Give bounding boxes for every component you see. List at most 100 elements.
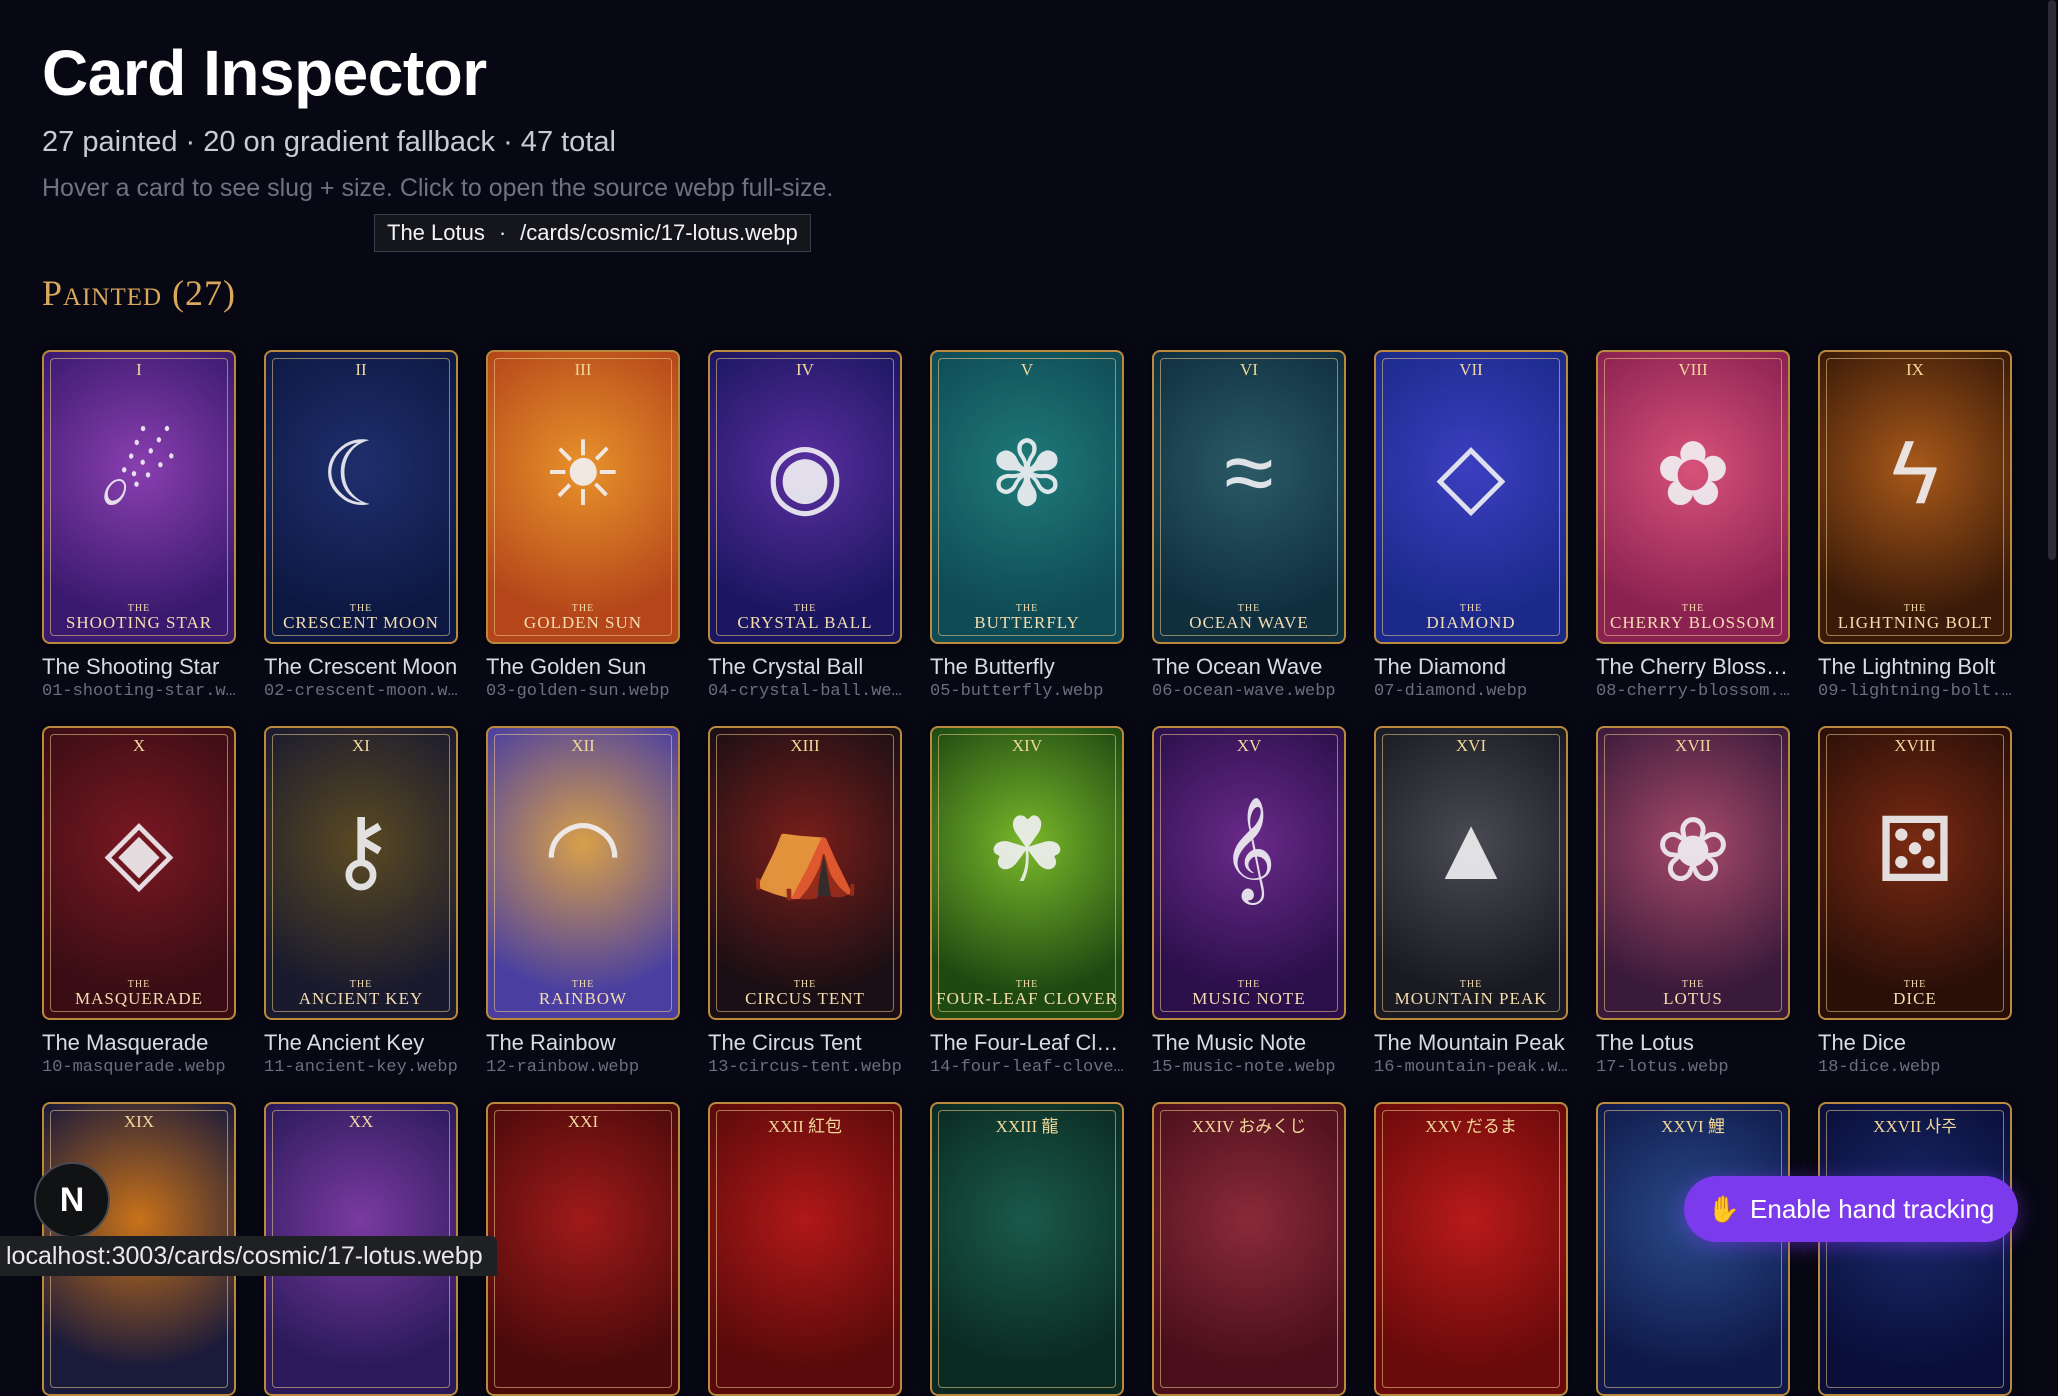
card-numeral: XIX bbox=[123, 1112, 155, 1131]
card-name: The Rainbow bbox=[486, 1030, 616, 1055]
card-tile[interactable]: I ☄ The Shooting Star The Shooting Star 01-sh… bbox=[42, 350, 240, 701]
card-tile[interactable]: XII ◠ The Rainbow The Rainbow 12-rainbow.webp bbox=[486, 726, 684, 1077]
card-slug: 10-masquerade.webp bbox=[42, 1058, 226, 1077]
card-numeral: III bbox=[574, 360, 592, 379]
enable-hand-tracking-button[interactable]: ✋ Enable hand tracking bbox=[1684, 1176, 2018, 1242]
card-art[interactable]: VI ≈ The Ocean Wave bbox=[1152, 350, 1346, 644]
card-numeral: I bbox=[136, 360, 142, 379]
card-art-caption: The Music Note bbox=[1192, 978, 1306, 1009]
card-stats: 27 painted · 20 on gradient fallback · 4… bbox=[42, 126, 616, 158]
card-art-caption: The Golden Sun bbox=[523, 602, 643, 633]
card-art[interactable]: IV ◉ The Crystal Ball bbox=[708, 350, 902, 644]
card-name: The Dice bbox=[1818, 1030, 1907, 1055]
instructions-hint: Hover a card to see slug + size. Click t… bbox=[42, 174, 834, 202]
card-tile[interactable]: XXIII 龍 bbox=[930, 1102, 1128, 1396]
card-numeral: XX bbox=[348, 1112, 374, 1131]
card-art[interactable]: XXII 紅包 bbox=[708, 1102, 902, 1396]
card-art[interactable]: XXI bbox=[486, 1102, 680, 1396]
card-numeral: V bbox=[1020, 360, 1034, 379]
card-tile[interactable]: II ☾ The Crescent Moon The Crescent Moon 02-c… bbox=[264, 350, 462, 701]
card-numeral: VII bbox=[1459, 360, 1483, 379]
card-numeral: XXI bbox=[567, 1112, 599, 1131]
card-tile[interactable]: XXIV おみくじ bbox=[1152, 1102, 1350, 1396]
card-tile[interactable]: XXVII 사주 bbox=[1818, 1102, 2016, 1396]
card-tile[interactable]: VIII ✿ The Cherry Blossom The Cherry Blossom… bbox=[1596, 350, 1794, 701]
card-slug: 02-crescent-moon.webp bbox=[264, 682, 460, 701]
card-name: The Mountain Peak bbox=[1374, 1030, 1565, 1055]
card-tile[interactable]: XXII 紅包 bbox=[708, 1102, 906, 1396]
card-tile[interactable]: XIV ☘ The Four-Leaf Clover The Four-Leaf Clo… bbox=[930, 726, 1128, 1077]
card-name: The Diamond bbox=[1374, 654, 1507, 679]
card-tile[interactable]: X ◈ The Masquerade The Masquerade 10-masquera… bbox=[42, 726, 240, 1077]
card-name: The Lightning Bolt bbox=[1818, 654, 1996, 679]
card-tile[interactable]: XVII ❀ The Lotus The Lotus 17-lotus.webp bbox=[1596, 726, 1794, 1077]
card-art[interactable]: XV 𝄞 The Music Note bbox=[1152, 726, 1346, 1020]
tent-icon: ⛺ bbox=[748, 801, 862, 901]
card-numeral: IX bbox=[1906, 360, 1924, 379]
card-tile[interactable]: XI ⚷ The Ancient Key The Ancient Key 11-ancie… bbox=[264, 726, 462, 1077]
card-tile[interactable]: V ✾ The Butterfly The Butterfly 05-butterfly.… bbox=[930, 350, 1128, 701]
card-slug: 16-mountain-peak.webp bbox=[1374, 1058, 1570, 1077]
card-slug: 08-cherry-blossom.webp bbox=[1596, 682, 1792, 701]
card-tile[interactable]: XIII ⛺ The Circus Tent The Circus Tent 13-cir… bbox=[708, 726, 906, 1077]
n-logo-badge[interactable]: N bbox=[34, 1162, 110, 1238]
card-art-caption: The Rainbow bbox=[538, 978, 628, 1009]
card-slug: 01-shooting-star.webp bbox=[42, 682, 238, 701]
card-art[interactable]: XXV だるま bbox=[1374, 1102, 1568, 1396]
card-art[interactable]: XIV ☘ The Four-Leaf Clover bbox=[930, 726, 1124, 1020]
card-tile[interactable]: XXI bbox=[486, 1102, 684, 1396]
butterfly-icon: ✾ bbox=[989, 425, 1065, 525]
card-tile[interactable]: VII ◇ The Diamond The Diamond 07-diamond.webp bbox=[1374, 350, 1572, 701]
card-tile[interactable]: XVIII ⚄ The Dice The Dice 18-dice.webp bbox=[1818, 726, 2016, 1077]
card-art-caption: The Lotus bbox=[1663, 978, 1723, 1009]
card-art[interactable]: XVIII ⚄ The Dice bbox=[1818, 726, 2012, 1020]
hover-tooltip: The Lotus · /cards/cosmic/17-lotus.webp bbox=[374, 214, 811, 252]
card-art[interactable]: XXIII 龍 bbox=[930, 1102, 1124, 1396]
card-name: The Cherry Blossom bbox=[1596, 654, 1792, 679]
hand-icon: ✋ bbox=[1707, 1193, 1741, 1224]
card-art[interactable]: IX ϟ The Lightning Bolt bbox=[1818, 350, 2012, 644]
card-tile[interactable]: III ☀ The Golden Sun The Golden Sun 03-golden… bbox=[486, 350, 684, 701]
card-art[interactable]: XVI ▲ The Mountain Peak bbox=[1374, 726, 1568, 1020]
scrollbar-thumb[interactable] bbox=[2048, 0, 2056, 560]
card-art[interactable]: XIII ⛺ The Circus Tent bbox=[708, 726, 902, 1020]
card-tile[interactable]: VI ≈ The Ocean Wave The Ocean Wave 06-ocean-w… bbox=[1152, 350, 1350, 701]
moon-icon: ☾ bbox=[320, 425, 402, 525]
key-icon: ⚷ bbox=[328, 801, 394, 901]
card-tile[interactable]: XVI ▲ The Mountain Peak The Mountain Peak 16-… bbox=[1374, 726, 1572, 1077]
card-art[interactable]: XXVII 사주 bbox=[1818, 1102, 2012, 1396]
card-tile[interactable]: XXV だるま bbox=[1374, 1102, 1572, 1396]
card-numeral: XXII 紅包 bbox=[767, 1117, 843, 1136]
card-art-caption: The Mountain Peak bbox=[1394, 978, 1548, 1009]
card-art[interactable]: I ☄ The Shooting Star bbox=[42, 350, 236, 644]
dice-icon: ⚄ bbox=[1875, 801, 1955, 901]
card-tile[interactable]: XV 𝄞 The Music Note The Music Note 15-music-n… bbox=[1152, 726, 1350, 1077]
card-numeral: XXV だるま bbox=[1425, 1117, 1517, 1136]
card-art[interactable]: X ◈ The Masquerade bbox=[42, 726, 236, 1020]
card-numeral: XIII bbox=[790, 736, 820, 755]
card-numeral: II bbox=[355, 360, 367, 379]
card-art[interactable]: XVII ❀ The Lotus bbox=[1596, 726, 1790, 1020]
card-art-caption: The Masquerade bbox=[74, 978, 204, 1009]
mountain-icon: ▲ bbox=[1426, 799, 1516, 899]
card-art[interactable]: II ☾ The Crescent Moon bbox=[264, 350, 458, 644]
card-tile[interactable]: IV ◉ The Crystal Ball The Crystal Ball 04-cry… bbox=[708, 350, 906, 701]
card-art[interactable]: XI ⚷ The Ancient Key bbox=[264, 726, 458, 1020]
card-art[interactable]: III ☀ The Golden Sun bbox=[486, 350, 680, 644]
card-numeral: XVIII bbox=[1894, 736, 1936, 755]
card-slug: 12-rainbow.webp bbox=[486, 1058, 640, 1077]
card-art-caption: The Butterfly bbox=[974, 602, 1080, 633]
page-header: Card Inspector bbox=[42, 36, 487, 110]
card-tile[interactable]: IX ϟ The Lightning Bolt The Lightning Bolt 09… bbox=[1818, 350, 2016, 701]
card-tile[interactable]: XXVI 鯉 bbox=[1596, 1102, 1794, 1396]
card-art-caption: The Ocean Wave bbox=[1189, 602, 1309, 633]
card-art[interactable]: V ✾ The Butterfly bbox=[930, 350, 1124, 644]
card-art[interactable]: XXVI 鯉 bbox=[1596, 1102, 1790, 1396]
card-art-caption: The Circus Tent bbox=[745, 978, 865, 1009]
card-art[interactable]: XXIV おみくじ bbox=[1152, 1102, 1346, 1396]
card-art[interactable]: VII ◇ The Diamond bbox=[1374, 350, 1568, 644]
card-name: The Music Note bbox=[1152, 1030, 1307, 1055]
card-art[interactable]: XII ◠ The Rainbow bbox=[486, 726, 680, 1020]
status-url: localhost:3003/cards/cosmic/17-lotus.web… bbox=[6, 1241, 483, 1270]
card-art[interactable]: VIII ✿ The Cherry Blossom bbox=[1596, 350, 1790, 644]
